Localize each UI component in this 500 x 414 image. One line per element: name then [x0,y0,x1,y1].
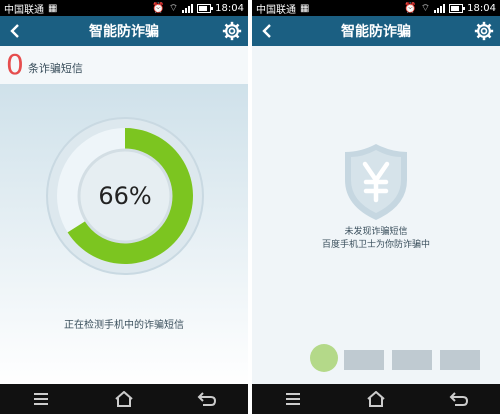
alarm-icon: ⏰ [152,2,165,14]
fraud-count-label: 条诈骗短信 [27,62,83,75]
gear-icon[interactable] [222,21,242,41]
app-header: 智能防诈骗 [0,16,248,46]
watermark-logo [310,344,480,372]
shield-yen-icon [345,144,407,220]
fraud-count: 0 [6,48,24,81]
signal-icon [182,3,194,13]
system-nav-bar [0,384,248,414]
menu-button[interactable] [278,384,308,414]
battery-icon [197,3,214,13]
no-fraud-message: 未发现诈骗短信 百度手机卫士为你防诈骗中 [252,226,500,252]
status-bar: 中国联通 ▦ ⏰ ⌔ 18:04 [0,0,248,16]
status-bar: 中国联通 ▦ ⏰ ⌔ 18:04 [252,0,500,16]
home-icon [367,391,385,407]
back-button[interactable] [252,16,282,46]
wifi-icon: ⌔ [168,2,179,14]
app-header: 智能防诈骗 [252,16,500,46]
system-nav-bar [252,384,500,414]
home-button[interactable] [361,384,391,414]
signal-icon [434,3,446,13]
clock-label: 18:04 [467,2,496,14]
chevron-left-icon [10,24,19,38]
no-fraud-line2: 百度手机卫士为你防诈骗中 [321,240,430,250]
gear-icon[interactable] [474,21,494,41]
no-fraud-line1: 未发现诈骗短信 [344,227,408,237]
back-arrow-icon [197,392,216,406]
carrier-label: 中国联通 [4,4,44,16]
clock-label: 18:04 [215,2,244,14]
right-screen: 中国联通 ▦ ⏰ ⌔ 18:04 智能防诈骗 未发现诈骗短信 百度手机卫士为你防… [252,0,500,414]
wifi-icon: ⌔ [420,2,431,14]
back-arrow-icon [449,392,468,406]
home-icon [115,391,133,407]
progress-status-text: 正在检测手机中的诈骗短信 [64,320,184,331]
battery-icon [449,3,466,13]
menu-button[interactable] [26,384,56,414]
carrier-label: 中国联通 [256,4,296,16]
menu-icon [286,393,301,405]
left-screen: 中国联通 ▦ ⏰ ⌔ 18:04 智能防诈骗 0 条诈骗短信 66% 正在检测手… [0,0,248,414]
menu-icon [34,393,49,405]
fraud-count-bar: 0 条诈骗短信 [0,46,248,85]
page-title: 智能防诈骗 [341,24,411,40]
home-button[interactable] [109,384,139,414]
nav-back-button[interactable] [444,384,474,414]
scan-panel: 66% 正在检测手机中的诈骗短信 [0,84,248,386]
nav-back-button[interactable] [192,384,222,414]
result-panel: 未发现诈骗短信 百度手机卫士为你防诈骗中 [252,46,500,384]
notification-icon: ▦ [48,2,58,14]
notification-icon: ▦ [300,2,310,14]
back-button[interactable] [0,16,30,46]
progress-ring [46,117,204,275]
alarm-icon: ⏰ [404,2,417,14]
chevron-left-icon [262,24,271,38]
page-title: 智能防诈骗 [89,24,159,40]
